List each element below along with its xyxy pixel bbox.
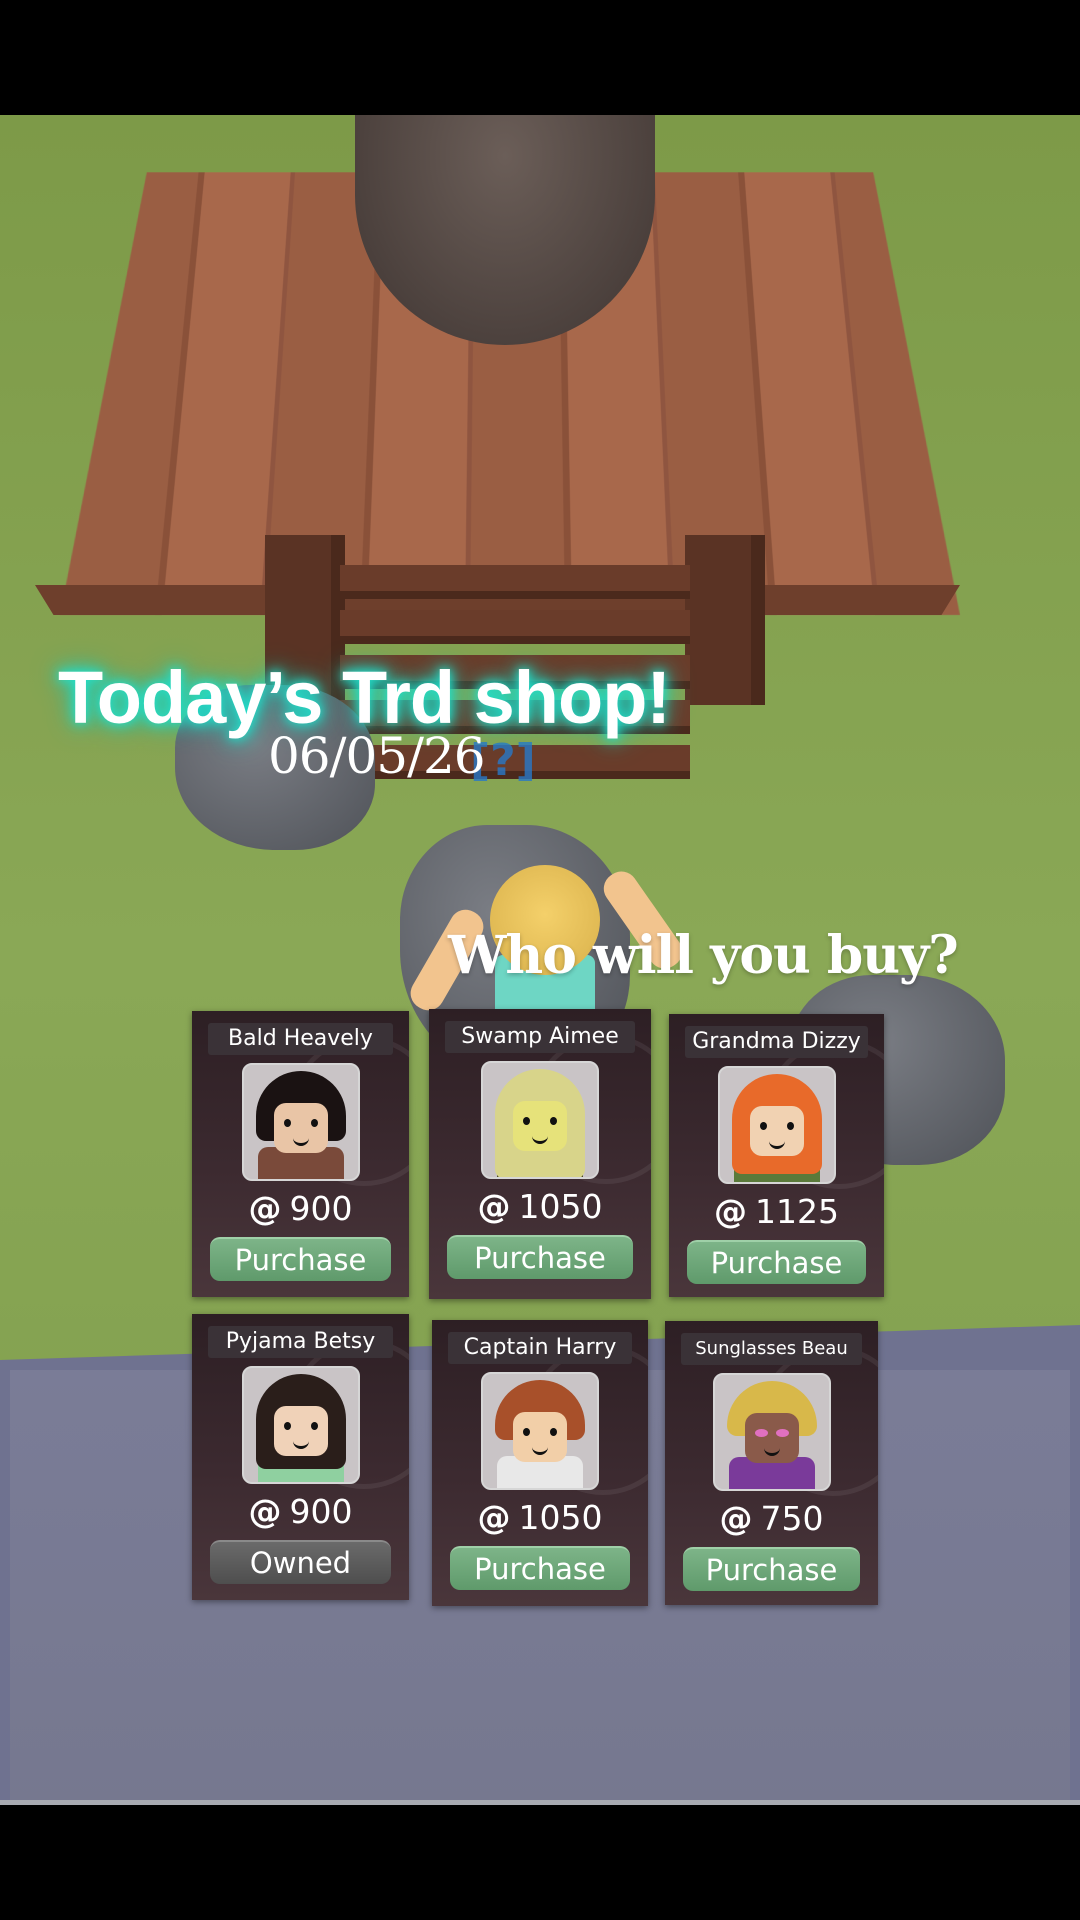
portrait-eyes: [523, 1117, 557, 1125]
portrait-eyes: [523, 1428, 557, 1436]
character-portrait: [712, 1373, 831, 1491]
character-name: Grandma Dizzy: [685, 1026, 868, 1058]
portrait-eyes: [283, 1119, 318, 1127]
character-portrait: [241, 1063, 360, 1181]
bottom-edge-bar: [0, 1800, 1080, 1805]
character-price: @1125: [669, 1192, 884, 1231]
sunglasses: [754, 1429, 789, 1437]
character-name: Captain Harry: [448, 1332, 632, 1364]
purchase-button[interactable]: Purchase: [210, 1237, 391, 1281]
character-name: Sunglasses Beau: [681, 1333, 862, 1365]
character-portrait: [481, 1061, 599, 1179]
currency-icon: @: [714, 1192, 747, 1231]
purchase-button[interactable]: Purchase: [683, 1547, 860, 1591]
character-price: @750: [665, 1499, 878, 1538]
currency-icon: @: [477, 1498, 511, 1537]
character-portrait: [481, 1372, 599, 1490]
character-price: @900: [192, 1189, 409, 1228]
shop-question: Who will you buy?: [448, 925, 959, 986]
currency-icon: @: [477, 1187, 511, 1226]
currency-icon: @: [248, 1492, 282, 1531]
character-name: Bald Heavely: [208, 1023, 393, 1055]
shop-card-pyjama-betsy: Pyjama Betsy @900 Owned: [192, 1314, 409, 1600]
price-value: 900: [289, 1189, 353, 1228]
stair-post-right: [685, 535, 765, 705]
currency-icon: @: [719, 1499, 753, 1538]
purchase-button[interactable]: Purchase: [447, 1235, 633, 1279]
character-name: Swamp Aimee: [445, 1021, 635, 1053]
shop-card-sunglasses-beau: Sunglasses Beau @750 Purchase: [665, 1321, 878, 1605]
price-value: 1050: [518, 1187, 603, 1226]
stair-step: [340, 610, 690, 644]
price-value: 900: [289, 1492, 353, 1531]
shop-card-bald-heavely: Bald Heavely @900 Purchase: [192, 1011, 409, 1297]
purchase-button[interactable]: Purchase: [687, 1240, 866, 1284]
character-portrait: [717, 1066, 836, 1184]
character-price: @1050: [429, 1187, 651, 1226]
character-price: @1050: [432, 1498, 648, 1537]
character-name: Pyjama Betsy: [208, 1326, 393, 1358]
owned-button[interactable]: Owned: [210, 1540, 391, 1584]
shop-card-grandma-dizzy: Grandma Dizzy @1125 Purchase: [669, 1014, 884, 1297]
shop-date: 06/05/26: [268, 727, 486, 785]
price-value: 1050: [518, 1498, 603, 1537]
shop-card-captain-harry: Captain Harry @1050 Purchase: [432, 1320, 648, 1606]
portrait-eyes: [283, 1422, 318, 1430]
character-portrait: [241, 1366, 360, 1484]
portrait-eyes: [759, 1122, 794, 1130]
price-value: 750: [760, 1499, 824, 1538]
character-price: @900: [192, 1492, 409, 1531]
currency-icon: @: [248, 1189, 282, 1228]
purchase-button[interactable]: Purchase: [450, 1546, 630, 1590]
shop-card-swamp-aimee: Swamp Aimee @1050 Purchase: [429, 1009, 651, 1299]
stair-step: [340, 565, 690, 599]
price-value: 1125: [755, 1192, 839, 1231]
